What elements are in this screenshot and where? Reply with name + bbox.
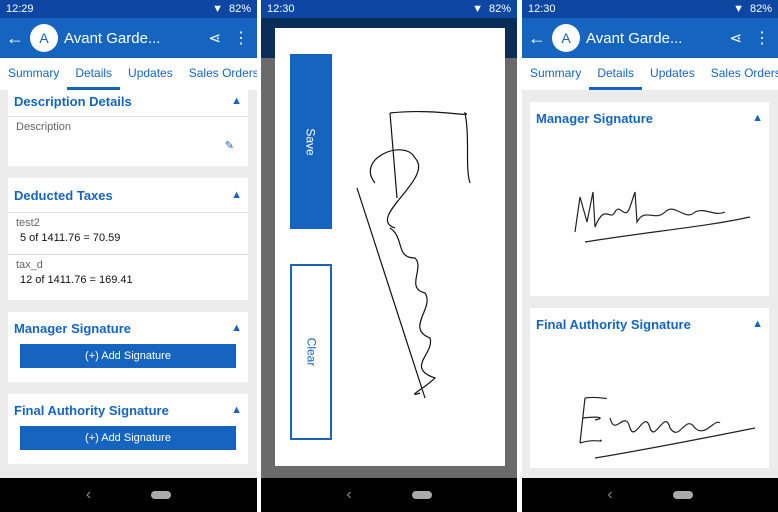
navigation-bar: ‹ [261,478,517,512]
back-nav-icon[interactable]: ‹ [346,486,351,504]
chevron-up-icon[interactable]: ▲ [231,404,242,416]
edit-pencil-icon[interactable]: ✎ [225,139,234,152]
tax-value: 5 of 1411.76 = 70.59 [20,232,121,244]
screen-details-empty: 12:29 ▼ 82% ← A Avant Garde... ⋖ ⋮ Summary… [0,0,257,512]
section-title: Description Details [14,93,132,109]
tab-sales-orders[interactable]: Sales Orders [703,58,778,90]
status-bar: 12:29 ▼ 82% [0,0,257,18]
tab-summary[interactable]: Summary [522,58,589,90]
back-arrow-icon[interactable]: ← [522,28,552,49]
home-pill[interactable] [151,491,172,499]
wifi-icon: ▼ [472,3,483,15]
tax-value: 12 of 1411.76 = 169.41 [20,274,133,286]
avatar: A [30,24,58,52]
tax-item: test2 5 of 1411.76 = 70.59 [8,212,248,254]
clock: 12:30 [528,3,556,15]
add-final-signature-button[interactable]: (+) Add Signature [20,426,236,450]
navigation-bar: ‹ [522,478,778,512]
clock: 12:30 [267,3,295,15]
battery-level: 82% [749,3,772,15]
clear-button[interactable]: Clear [290,264,332,440]
clock: 12:29 [6,3,34,15]
deducted-taxes-card: Deducted Taxes ▲ test2 5 of 1411.76 = 70.5… [8,178,248,300]
status-bar: 12:30 ▼ 82% [261,0,517,18]
avatar: A [552,24,580,52]
chevron-up-icon[interactable]: ▲ [752,318,763,330]
screen-signature-pad: 12:30 ▼ 82% Save Clear ‹ [261,0,517,512]
page-title: Avant Garde... [586,29,683,47]
section-title: Deducted Taxes [14,187,113,203]
section-title: Manager Signature [14,320,132,336]
save-button[interactable]: Save [290,54,332,229]
chevron-up-icon[interactable]: ▲ [231,189,242,201]
app-bar: ← A Avant Garde... ⋖ ⋮ [522,18,778,58]
page-title: Avant Garde... [64,29,161,47]
screen-details-signed: 12:30 ▼ 82% ← A Avant Garde... ⋖ ⋮ Summary… [522,0,778,512]
section-title: Manager Signature [536,110,654,126]
section-title: Final Authority Signature [14,402,169,418]
more-vert-icon[interactable]: ⋮ [233,28,249,48]
description-label: Description [16,121,72,133]
manager-signature-card: Manager Signature ▲ [530,102,769,296]
tax-name: tax_d [16,259,43,271]
tab-updates[interactable]: Updates [642,58,703,90]
chevron-up-icon[interactable]: ▲ [231,95,242,107]
tab-details[interactable]: Details [589,58,642,90]
signature-canvas[interactable] [345,98,495,408]
description-card: Description Details ▲ Description ✎ [8,90,248,166]
home-pill[interactable] [672,491,693,499]
manager-signature-image [574,191,751,243]
final-authority-signature-card: Final Authority Signature ▲ [530,308,769,468]
signature-dialog: Save Clear [275,28,505,466]
battery-level: 82% [488,3,511,15]
back-arrow-icon[interactable]: ← [0,28,30,49]
add-manager-signature-button[interactable]: (+) Add Signature [20,344,236,368]
tax-name: test2 [16,217,40,229]
share-icon[interactable]: ⋖ [208,29,221,47]
tax-item: tax_d 12 of 1411.76 = 169.41 [8,254,248,298]
home-pill[interactable] [411,491,432,499]
chevron-up-icon[interactable]: ▲ [231,322,242,334]
wifi-icon: ▼ [212,3,223,15]
more-vert-icon[interactable]: ⋮ [754,28,770,48]
battery-level: 82% [228,3,251,15]
back-nav-icon[interactable]: ‹ [86,486,91,504]
share-icon[interactable]: ⋖ [729,29,742,47]
manager-signature-card: Manager Signature ▲ (+) Add Signature [8,312,248,382]
final-signature-image [579,396,756,459]
app-bar: ← A Avant Garde... ⋖ ⋮ [0,18,257,58]
section-title: Final Authority Signature [536,316,691,332]
navigation-bar: ‹ [0,478,257,512]
back-nav-icon[interactable]: ‹ [607,486,612,504]
tab-bar: Summary Details Updates Sales Orders [522,58,778,90]
status-bar: 12:30 ▼ 82% [522,0,778,18]
chevron-up-icon[interactable]: ▲ [752,112,763,124]
wifi-icon: ▼ [733,3,744,15]
final-authority-signature-card: Final Authority Signature ▲ (+) Add Signa… [8,394,248,464]
